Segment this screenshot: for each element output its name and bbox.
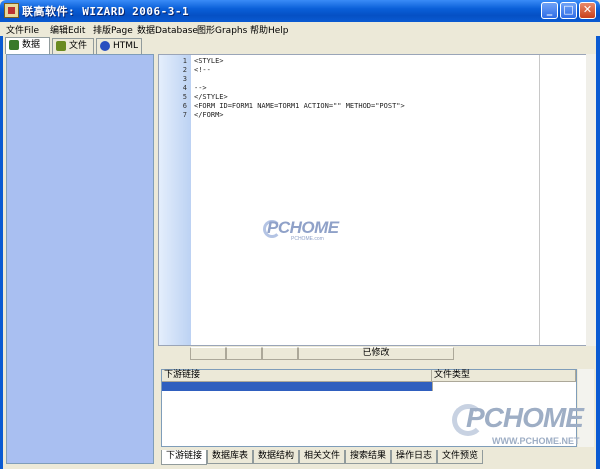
line-number: 3	[182, 75, 187, 83]
tab-data-label: 数据	[22, 40, 41, 50]
margin-guide	[539, 55, 540, 345]
code-line[interactable]: </FORM>	[194, 111, 224, 119]
code-line[interactable]: <FORM ID=FORM1 NAME=TORM1 ACTION="" METH…	[194, 102, 405, 110]
watermark-brand: PCHOME	[466, 402, 584, 433]
window-title: 联高软件: WIZARD 2006-3-1	[22, 5, 190, 18]
tab-downstream-links[interactable]: 下游链接	[161, 450, 207, 465]
status-cell	[262, 347, 298, 360]
column-header-links[interactable]: 下游链接	[162, 370, 432, 382]
code-line[interactable]: </STYLE>	[194, 93, 228, 101]
tab-data-structure[interactable]: 数据结构	[253, 450, 299, 464]
app-icon[interactable]	[4, 3, 19, 18]
editor-status-bar: 已修改	[158, 347, 594, 360]
window-frame-right	[596, 22, 600, 469]
menu-database[interactable]: 数据Database	[137, 23, 198, 36]
tab-html[interactable]: HTML	[96, 38, 142, 54]
close-button[interactable]: ✕	[579, 2, 596, 19]
tab-file[interactable]: 文件	[52, 38, 94, 54]
menu-page[interactable]: 排版Page	[93, 23, 133, 36]
watermark-brand: PCHOME	[267, 218, 339, 237]
title-bar[interactable]: 联高软件: WIZARD 2006-3-1 _ □ ✕	[0, 0, 600, 22]
tab-file-label: 文件	[69, 41, 88, 51]
tab-file-preview[interactable]: 文件预览	[437, 450, 483, 464]
table-cell[interactable]	[432, 382, 576, 391]
database-icon	[9, 40, 19, 50]
watermark-domain: WWW.PCHOME.NET	[492, 436, 580, 446]
tab-search-results[interactable]: 搜索结果	[345, 450, 391, 464]
line-number: 1	[182, 57, 187, 65]
tab-html-label: HTML	[113, 41, 139, 51]
menu-edit[interactable]: 编辑Edit	[50, 23, 85, 36]
line-number: 2	[182, 66, 187, 74]
minimize-button[interactable]: _	[541, 2, 558, 19]
line-number: 6	[182, 102, 187, 110]
code-line[interactable]: <!--	[194, 66, 211, 74]
table-row-selected[interactable]	[162, 382, 432, 391]
code-editor[interactable]: 1 2 3 4 5 6 7 <STYLE> <!-- --> </STYLE> …	[158, 54, 594, 346]
status-cell	[190, 347, 226, 360]
tab-db-tables[interactable]: 数据库表	[207, 450, 253, 464]
menu-help[interactable]: 帮助Help	[250, 23, 289, 36]
tab-operation-log[interactable]: 操作日志	[391, 450, 437, 464]
maximize-button[interactable]: □	[560, 2, 577, 19]
line-number: 4	[182, 84, 187, 92]
line-number: 5	[182, 93, 187, 101]
menu-graphs[interactable]: 图形Graphs	[197, 23, 247, 36]
menu-bar: 文件File 编辑Edit 排版Page 数据Database 图形Graphs…	[0, 22, 600, 36]
line-number-gutter: 1 2 3 4 5 6 7	[159, 55, 191, 345]
left-tab-strip: 数据 文件 HTML	[5, 37, 155, 54]
globe-icon	[100, 41, 110, 51]
editor-vertical-scrollbar[interactable]	[586, 54, 596, 346]
menu-file[interactable]: 文件File	[6, 23, 39, 36]
watermark-domain: PCHOME.com	[291, 236, 324, 242]
left-tree-panel[interactable]	[6, 54, 154, 464]
tab-related-files[interactable]: 相关文件	[299, 450, 345, 464]
status-cell	[226, 347, 262, 360]
list-header: 下游链接 文件类型	[162, 370, 576, 382]
code-line[interactable]: -->	[194, 84, 207, 92]
code-line[interactable]: <STYLE>	[194, 57, 224, 65]
window-frame-left	[0, 22, 3, 469]
tab-data[interactable]: 数据	[5, 37, 50, 54]
status-modified: 已修改	[298, 347, 454, 360]
line-number: 7	[182, 111, 187, 119]
column-header-filetype[interactable]: 文件类型	[432, 370, 576, 382]
pchome-watermark: PCHOME PCHOME.com	[263, 218, 343, 246]
file-icon	[56, 41, 66, 51]
